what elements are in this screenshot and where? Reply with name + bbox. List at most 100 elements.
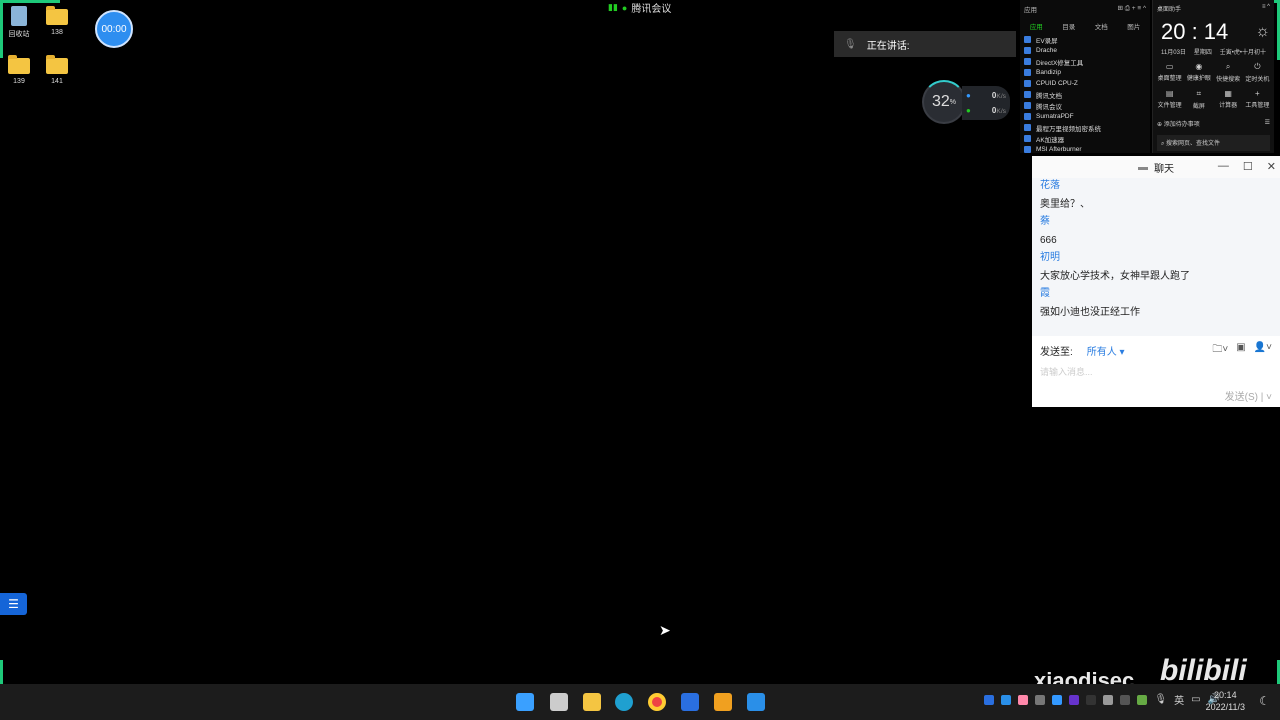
file-icon[interactable]: ▣ [1236,342,1245,359]
system-tray: 🎙 英 ▭ 🔊 [984,692,1220,707]
microphone-icon[interactable]: 🎙 [1154,694,1167,705]
network-speed: ● 0K/s ● 0K/s [962,86,1010,120]
web-search-input[interactable]: ⌕ 搜索网页、查找文件 [1157,135,1270,151]
app-icon [1024,146,1031,153]
send-button[interactable]: 发送(S) | ˅ [1225,388,1272,403]
sender-name: 花落 [1040,180,1060,191]
list-icon[interactable]: ☰ [1265,119,1270,128]
focus-moon-icon[interactable]: ☾ [1259,694,1270,708]
chat-titlebar: ▬ 聊天 — ☐ ✕ [1032,156,1280,178]
menu-icon[interactable]: ≡ ^ [1262,4,1270,13]
app-list-item[interactable]: 腾讯文档 [1020,89,1150,100]
panel-controls-icon[interactable]: ⊞ ⎙ + ≡ ^ [1117,4,1146,14]
app-icon [1024,91,1031,98]
assistant-tool[interactable]: ⌗ 截屏 [1184,89,1213,110]
desktop-icon-folder[interactable]: 141 [39,55,75,85]
app-icon[interactable] [714,693,732,711]
tray-icon[interactable] [1069,694,1080,705]
app-icon [1024,102,1031,109]
message-text: 666 [1040,235,1057,246]
recipient-dropdown[interactable]: 所有人 ▾ [1087,343,1125,358]
file-explorer-icon[interactable] [583,693,601,711]
app-list-item[interactable]: 最程万里视频加密系统 [1020,122,1150,133]
task-view-icon[interactable] [550,693,568,711]
app-icon [1024,69,1031,76]
app-list-item[interactable]: MSI Afterburner [1020,144,1150,155]
microphone-icon: 🎙 [844,38,857,50]
tab-apps[interactable]: 应用 [1030,21,1043,31]
message-text: 大家放心学技术，女神早跟人跑了 [1040,271,1190,282]
assistant-tool[interactable]: ▤ 文件管理 [1155,89,1184,110]
app-list-item[interactable]: CPUID CPU-Z [1020,78,1150,89]
tool-icon: + [1255,89,1260,98]
network-icon[interactable]: ▭ [1191,694,1200,705]
app-list-item[interactable]: Drache [1020,45,1150,56]
cpu-gauge[interactable]: 32% [922,80,966,124]
assistant-tool[interactable]: ▭ 桌面整理 [1155,62,1184,83]
tencent-meeting-icon[interactable] [747,693,765,711]
apps-panel: 应用 ⊞ ⎙ + ≡ ^ 应用 目录 文档 图片 EV录屏 Drache Direct… [1020,0,1150,153]
sender-name: 蔡 [1040,216,1050,227]
app-list-item[interactable]: SumatraPDF [1020,111,1150,122]
tray-icon[interactable] [1001,694,1012,705]
tab-images[interactable]: 图片 [1127,21,1140,31]
app-icon[interactable] [681,693,699,711]
assistant-tool[interactable]: ◉ 健康护眼 [1184,62,1213,83]
tab-docs[interactable]: 文档 [1095,21,1108,31]
tray-icon[interactable] [1035,694,1046,705]
minimize-button[interactable]: — [1218,160,1229,173]
tool-icon: ▤ [1165,89,1174,98]
folder-icon[interactable]: 🗀˅ [1212,342,1228,359]
desktop-icon-folder[interactable]: 139 [1,55,37,85]
weather-sun-icon: ☼ [1255,23,1270,40]
recycle-bin-icon [11,6,27,26]
close-button[interactable]: ✕ [1267,160,1276,173]
tray-icon[interactable] [1103,694,1114,705]
tool-icon: ⌕ [1225,62,1231,71]
tab-directory[interactable]: 目录 [1062,21,1075,31]
chrome-icon[interactable] [648,693,666,711]
app-list-item[interactable]: 腾讯会议 [1020,100,1150,111]
tray-icon[interactable] [1086,694,1097,705]
desktop-icon-recycle-bin[interactable]: 回收站 [1,6,37,39]
list-menu-button[interactable]: ☰ [0,593,27,615]
assistant-tool[interactable]: ⏻ 定时关机 [1243,62,1272,83]
message-input[interactable]: 请输入消息... [1032,365,1280,378]
clock[interactable]: 20:14 2022/11/3 [1206,689,1245,713]
app-icon [1024,36,1031,43]
download-icon: ● [966,106,971,115]
app-list-item[interactable]: EV录屏 [1020,34,1150,45]
user-icon[interactable]: 👤˅ [1254,342,1272,359]
app-icon [1024,124,1031,131]
tool-icon: ◉ [1195,62,1203,71]
timer-widget[interactable]: 00:00 [95,10,133,48]
app-list-item[interactable]: Bandizip [1020,67,1150,78]
start-icon[interactable] [516,693,534,711]
meeting-bar[interactable]: ▮▮ ● 腾讯会议 [608,0,671,15]
app-icon [1024,113,1031,120]
app-list-item[interactable]: AK加速器 [1020,133,1150,144]
assistant-tool[interactable]: ▦ 计算器 [1214,89,1243,110]
nvidia-icon[interactable] [1137,694,1148,705]
record-corner [0,0,60,3]
sender-name: 初明 [1040,252,1060,263]
tray-icon[interactable] [984,694,995,705]
tray-icon[interactable] [1018,694,1029,705]
tool-icon: ⏻ [1254,62,1261,71]
desktop-icon-folder[interactable]: 138 [39,6,75,36]
assistant-tool[interactable]: ⌕ 快捷搜索 [1214,62,1243,83]
assistant-tool[interactable]: + 工具管理 [1243,89,1272,110]
ime-indicator[interactable]: 英 [1174,692,1184,707]
maximize-button[interactable]: ☐ [1243,160,1253,173]
mouse-cursor-icon: ➤ [659,622,671,638]
chat-icon: ▬ [1138,161,1148,173]
app-list-item[interactable]: DirectX修复工具 [1020,56,1150,67]
add-todo-button[interactable]: ⊕ 添加待办事项 [1157,119,1200,128]
speaking-indicator: 🎙 正在讲话: [834,31,1016,57]
message-list[interactable]: 花落 奥里给？、蔡 666 初明 大家放心学技术，女神早跟人跑了霞强如小迪也没正经工作 [1032,178,1280,336]
tray-icon[interactable] [1052,694,1063,705]
tray-icon[interactable] [1120,694,1131,705]
message-text: 奥里给？、 [1040,199,1090,210]
edge-icon[interactable] [615,693,633,711]
tool-icon: ▦ [1224,89,1232,98]
